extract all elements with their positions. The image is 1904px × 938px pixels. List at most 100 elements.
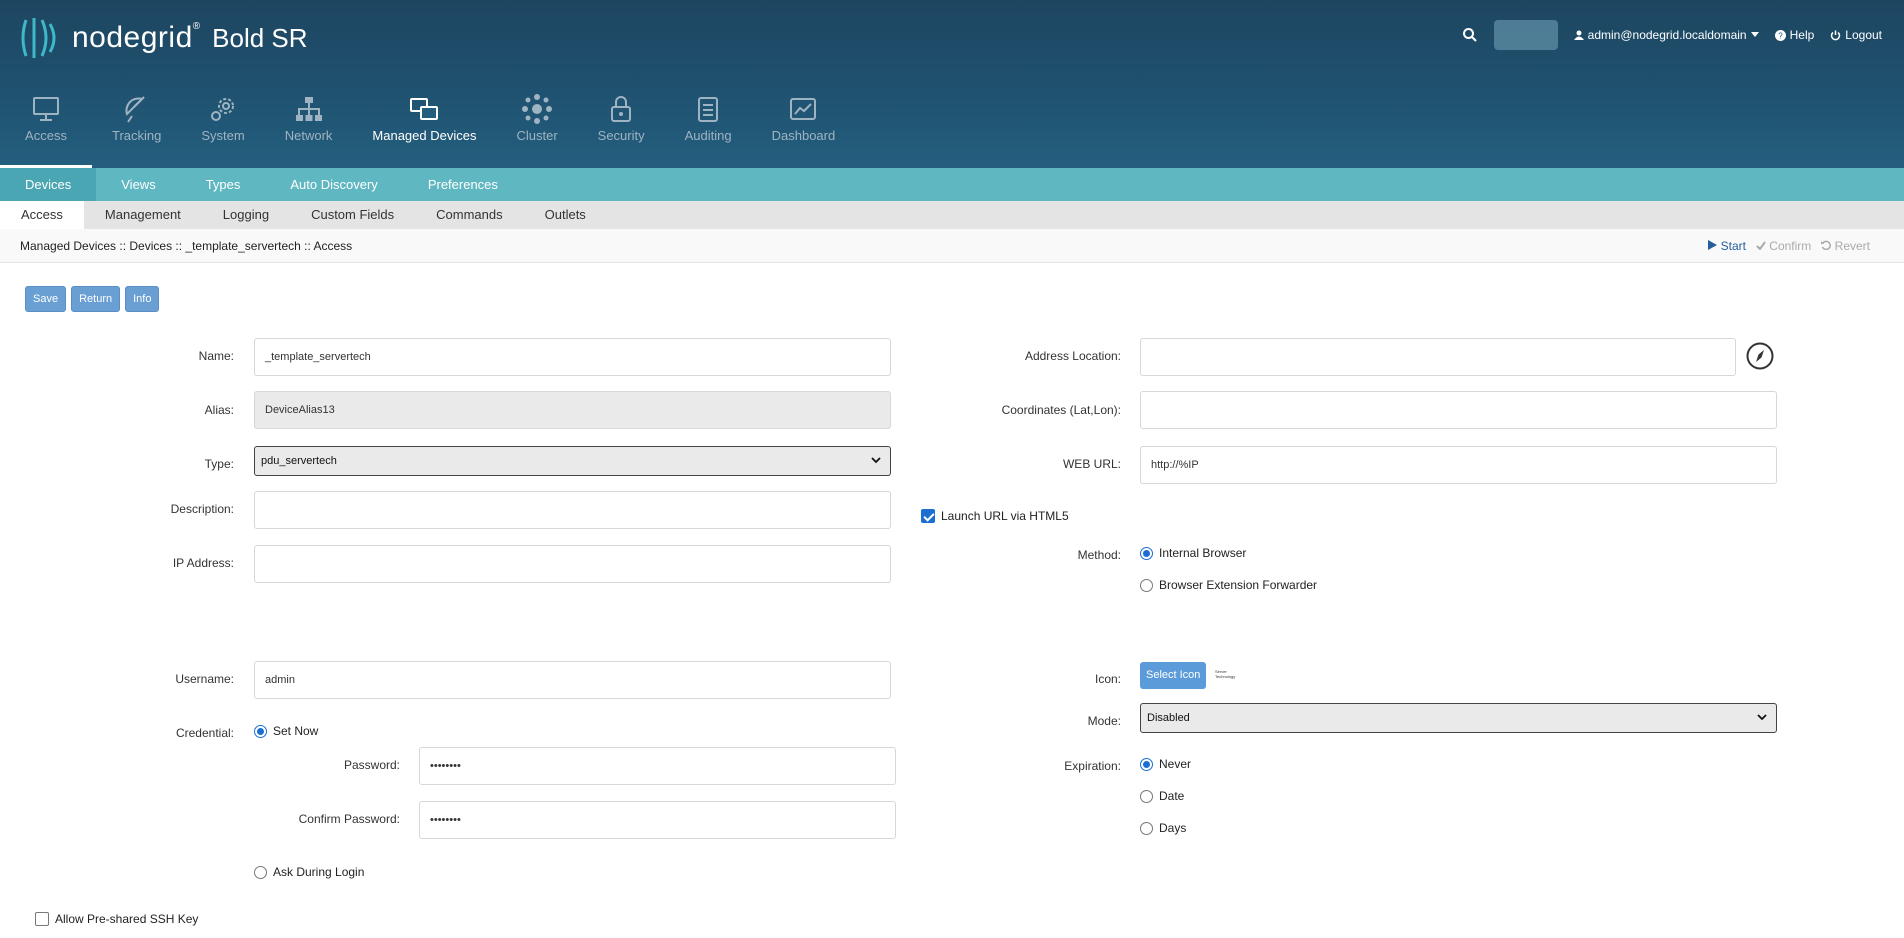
nav-security[interactable]: Security [578, 94, 665, 168]
tab-preferences[interactable]: Preferences [403, 168, 523, 201]
nav-label: Network [284, 128, 333, 143]
expiration-days-radio[interactable]: Days [1140, 821, 1186, 835]
revert-button[interactable]: Revert [1821, 239, 1870, 253]
alias-field[interactable]: DeviceAlias13 [254, 391, 891, 429]
nav-network[interactable]: Network [265, 94, 353, 168]
coordinates-label: Coordinates (Lat,Lon): [1001, 403, 1121, 417]
revert-label: Revert [1834, 239, 1870, 253]
expiration-label: Expiration: [1064, 759, 1121, 773]
compass-icon[interactable] [1746, 342, 1774, 370]
tab-devices[interactable]: Devices [0, 168, 97, 201]
method-forwarder-radio[interactable]: Browser Extension Forwarder [1140, 578, 1317, 592]
cluster-icon [522, 94, 553, 124]
tab-access[interactable]: Access [0, 201, 84, 229]
chevron-down-icon [871, 457, 881, 464]
radio-dot [1140, 757, 1153, 771]
nav-auditing[interactable]: Auditing [665, 94, 752, 168]
chevron-down-icon [1757, 714, 1767, 721]
password-label: Password: [343, 758, 400, 772]
satellite-dish-icon [125, 96, 145, 123]
launch-html5-label: Launch URL via HTML5 [941, 509, 1069, 523]
product-name: Bold SR [212, 22, 308, 53]
web-url-field[interactable]: http://%IP [1140, 446, 1777, 484]
type-select[interactable]: pdu_servertech [254, 446, 891, 476]
credential-ask-login-radio[interactable]: Ask During Login [254, 865, 364, 879]
mode-select[interactable]: Disabled [1140, 703, 1777, 733]
address-location-label: Address Location: [1024, 349, 1121, 363]
coordinates-field[interactable] [1140, 391, 1777, 429]
mode-label: Mode: [1087, 714, 1121, 728]
devices-icon [410, 98, 439, 120]
lock-icon [611, 96, 632, 122]
nav-cluster[interactable]: Cluster [496, 94, 577, 168]
confirm-password-field[interactable]: •••••••• [419, 801, 896, 839]
web-url-label: WEB URL: [1062, 457, 1121, 471]
ssh-key-checkbox[interactable]: Allow Pre-shared SSH Key [35, 912, 198, 926]
nav-managed-devices[interactable]: Managed Devices [352, 94, 496, 168]
days-label: Days [1159, 821, 1187, 835]
confirm-password-label: Confirm Password: [298, 812, 400, 826]
question-circle-icon: ? [1774, 29, 1786, 41]
nav-tracking[interactable]: Tracking [92, 94, 181, 168]
nav-label: Cluster [516, 128, 558, 143]
help-link[interactable]: ? Help [1774, 28, 1814, 42]
tab-custom-fields[interactable]: Custom Fields [290, 201, 415, 229]
nav-system[interactable]: System [181, 94, 264, 168]
ip-address-field[interactable] [254, 545, 891, 583]
forwarder-label: Browser Extension Forwarder [1159, 578, 1318, 592]
username-field[interactable]: admin [254, 661, 891, 699]
description-label: Description: [170, 502, 234, 516]
start-button[interactable]: Start [1708, 239, 1746, 253]
password-field[interactable]: •••••••• [419, 747, 896, 785]
method-internal-browser-radio[interactable]: Internal Browser [1140, 546, 1246, 560]
radio-dot [1140, 789, 1153, 803]
server-technology-logo-icon: Server Technology [1215, 669, 1236, 679]
nodegrid-logo-icon [21, 18, 56, 58]
save-button[interactable]: Save [25, 286, 67, 312]
set-now-label: Set Now [273, 724, 319, 738]
tab-outlets[interactable]: Outlets [524, 201, 607, 229]
info-button[interactable]: Info [125, 286, 160, 312]
launch-html5-checkbox[interactable]: Launch URL via HTML5 [921, 509, 1069, 523]
icon-label: Icon: [1094, 672, 1121, 686]
radio-dot [1140, 821, 1153, 835]
tab-logging[interactable]: Logging [202, 201, 290, 229]
expiration-never-radio[interactable]: Never [1140, 757, 1191, 771]
tab-types[interactable]: Types [181, 168, 266, 201]
search-input[interactable] [1493, 20, 1558, 50]
credential-set-now-radio[interactable]: Set Now [254, 724, 318, 738]
nav-label: Dashboard [771, 128, 836, 143]
start-label: Start [1720, 239, 1746, 253]
monitor-icon [33, 97, 59, 121]
return-button[interactable]: Return [71, 286, 121, 312]
logout-link[interactable]: Logout [1830, 28, 1882, 42]
confirm-button[interactable]: Confirm [1756, 239, 1811, 253]
user-icon [1573, 30, 1584, 40]
type-label: Type: [204, 457, 234, 471]
address-location-field[interactable] [1140, 338, 1736, 376]
type-value: pdu_servertech [261, 455, 337, 467]
search-icon[interactable] [1462, 27, 1478, 43]
top-header: nodegrid ® Bold SR admin@nodegrid.locald… [0, 0, 1904, 168]
internal-browser-label: Internal Browser [1159, 546, 1247, 560]
nav-label: System [201, 128, 245, 143]
nav-dashboard[interactable]: Dashboard [752, 94, 856, 168]
tab-commands[interactable]: Commands [415, 201, 523, 229]
check-icon [1756, 241, 1766, 251]
expiration-date-radio[interactable]: Date [1140, 789, 1184, 803]
tab-views[interactable]: Views [96, 168, 180, 201]
breadcrumb-bar: Managed Devices :: Devices :: _template_… [0, 229, 1904, 263]
tab-auto-discovery[interactable]: Auto Discovery [265, 168, 402, 201]
radio-dot [254, 865, 267, 879]
description-field[interactable] [254, 491, 891, 529]
registered-mark: ® [192, 20, 201, 32]
sub-nav: Devices Views Types Auto Discovery Prefe… [0, 168, 1904, 201]
select-icon-button[interactable]: Select Icon [1140, 662, 1207, 689]
user-menu[interactable]: admin@nodegrid.localdomain [1573, 28, 1759, 42]
name-field[interactable]: _template_servertech [254, 338, 891, 376]
method-label: Method: [1077, 548, 1121, 562]
ask-login-label: Ask During Login [273, 865, 365, 879]
nav-access[interactable]: Access [0, 94, 92, 168]
tab-management[interactable]: Management [84, 201, 202, 229]
logo[interactable]: nodegrid ® Bold SR [20, 14, 308, 62]
